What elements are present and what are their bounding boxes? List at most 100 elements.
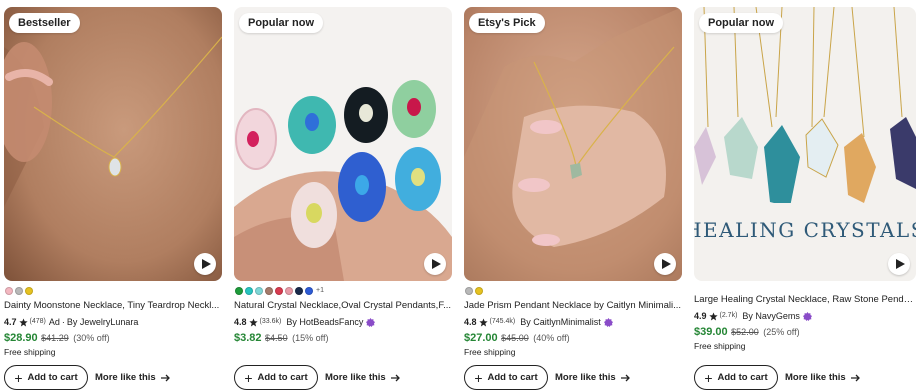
color-swatch[interactable] <box>245 286 253 295</box>
shop-name[interactable]: By JewelryLunara <box>67 315 139 329</box>
badge: Etsy's Pick <box>469 13 545 33</box>
original-price: $45.00 <box>501 333 529 343</box>
jade-pendant-photo <box>464 7 682 281</box>
plus-icon: + <box>704 369 713 386</box>
more-like-this-label: More like this <box>785 372 846 383</box>
listing-card[interactable]: Popular now +1 Natural Crystal Necklace,… <box>234 7 452 392</box>
listing-image[interactable]: HEALING CRYSTALS Popular now <box>694 7 916 281</box>
star-seller-icon <box>366 317 376 327</box>
star-icon <box>18 317 28 326</box>
rating-row: 4.8 (33.6k) By HotBeadsFancy <box>234 315 376 329</box>
more-swatches-count: +1 <box>316 287 324 294</box>
more-like-this-link[interactable]: More like this <box>95 365 170 390</box>
badge: Popular now <box>239 13 323 33</box>
color-swatch[interactable] <box>255 286 263 295</box>
shop-name[interactable]: By CaitlynMinimalist <box>520 315 601 329</box>
star-icon <box>478 317 488 326</box>
listing-title[interactable]: Natural Crystal Necklace,Oval Crystal Pe… <box>234 299 452 313</box>
rating-score: 4.9 <box>694 311 707 321</box>
listing-title[interactable]: Large Healing Crystal Necklace, Raw Ston… <box>694 293 916 307</box>
play-icon[interactable] <box>654 253 676 275</box>
rating-score: 4.8 <box>464 317 477 327</box>
rating-row: 4.9 (2.7k) By NavyGems <box>694 309 812 323</box>
rating-row: 4.7 (478) Ad · By JewelryLunara <box>4 315 138 329</box>
play-icon[interactable] <box>194 253 216 275</box>
discount: (25% off) <box>763 327 800 337</box>
rating-score: 4.8 <box>234 317 247 327</box>
more-like-this-label: More like this <box>325 372 386 383</box>
original-price: $4.50 <box>265 333 288 343</box>
sale-price: $39.00 <box>694 326 728 338</box>
color-swatch[interactable] <box>265 286 273 295</box>
color-swatch[interactable] <box>5 286 13 295</box>
more-like-this-link[interactable]: More like this <box>555 365 630 390</box>
badge: Bestseller <box>9 13 80 33</box>
plus-icon: + <box>244 369 253 386</box>
star-icon <box>708 311 718 320</box>
color-swatch[interactable] <box>295 286 303 295</box>
sale-price: $3.82 <box>234 332 262 344</box>
add-to-cart-button[interactable]: + Add to cart <box>234 365 318 390</box>
review-count: (745.4k) <box>489 318 516 325</box>
crystal-pendants-photo <box>234 7 452 281</box>
color-swatch[interactable] <box>475 286 483 295</box>
price-row: $28.90 $41.29 (30% off) <box>4 331 110 345</box>
shipping-label: Free shipping <box>4 347 56 357</box>
review-count: (33.6k) <box>259 318 282 325</box>
add-to-cart-label: Add to cart <box>257 372 308 383</box>
moonstone-necklace-photo <box>4 7 222 281</box>
shipping-label: Free shipping <box>694 341 746 351</box>
sale-price: $27.00 <box>464 332 498 344</box>
color-swatch[interactable] <box>15 286 23 295</box>
arrow-right-icon <box>850 374 860 381</box>
price-row: $39.00 $52.00 (25% off) <box>694 325 800 339</box>
original-price: $41.29 <box>41 333 69 343</box>
listing-image[interactable]: Popular now <box>234 7 452 281</box>
color-swatches <box>465 286 483 295</box>
listing-card[interactable]: Etsy's Pick Jade Prism Pendant Necklace … <box>464 7 682 392</box>
more-like-this-link[interactable]: More like this <box>785 365 860 390</box>
listing-title[interactable]: Jade Prism Pendant Necklace by Caitlyn M… <box>464 299 682 313</box>
play-icon[interactable] <box>424 253 446 275</box>
rating-row: 4.8 (745.4k) By CaitlynMinimalist <box>464 315 613 329</box>
color-swatch[interactable] <box>285 286 293 295</box>
discount: (40% off) <box>533 333 570 343</box>
shop-name[interactable]: By NavyGems <box>742 309 800 323</box>
original-price: $52.00 <box>731 327 759 337</box>
shipping-label: Free shipping <box>464 347 516 357</box>
color-swatch[interactable] <box>305 286 313 295</box>
star-icon <box>248 317 258 326</box>
add-to-cart-button[interactable]: + Add to cart <box>464 365 548 390</box>
listing-image[interactable]: Bestseller <box>4 7 222 281</box>
listing-card[interactable]: Bestseller Dainty Moonstone Necklace, Ti… <box>4 7 222 392</box>
price-row: $27.00 $45.00 (40% off) <box>464 331 570 345</box>
color-swatch[interactable] <box>275 286 283 295</box>
review-count: (2.7k) <box>719 312 738 319</box>
sale-price: $28.90 <box>4 332 38 344</box>
listing-card[interactable]: HEALING CRYSTALS Popular now Large Heali… <box>694 7 916 392</box>
add-to-cart-button[interactable]: + Add to cart <box>4 365 88 390</box>
more-like-this-link[interactable]: More like this <box>325 365 400 390</box>
color-swatch[interactable] <box>25 286 33 295</box>
plus-icon: + <box>14 369 23 386</box>
color-swatch[interactable] <box>235 286 243 295</box>
listing-title[interactable]: Dainty Moonstone Necklace, Tiny Teardrop… <box>4 299 222 313</box>
more-like-this-label: More like this <box>555 372 616 383</box>
healing-crystals-photo: HEALING CRYSTALS <box>694 7 916 281</box>
add-to-cart-label: Add to cart <box>717 372 768 383</box>
shop-name[interactable]: By HotBeadsFancy <box>286 315 363 329</box>
rating-score: 4.7 <box>4 317 17 327</box>
listing-image[interactable]: Etsy's Pick <box>464 7 682 281</box>
arrow-right-icon <box>390 374 400 381</box>
color-swatches <box>5 286 33 295</box>
color-swatch[interactable] <box>465 286 473 295</box>
star-seller-icon <box>802 311 812 321</box>
discount: (15% off) <box>292 333 329 343</box>
badge: Popular now <box>699 13 783 33</box>
add-to-cart-button[interactable]: + Add to cart <box>694 365 778 390</box>
more-like-this-label: More like this <box>95 372 156 383</box>
arrow-right-icon <box>620 374 630 381</box>
ad-label: Ad <box>48 317 60 327</box>
play-icon[interactable] <box>888 253 910 275</box>
plus-icon: + <box>474 369 483 386</box>
